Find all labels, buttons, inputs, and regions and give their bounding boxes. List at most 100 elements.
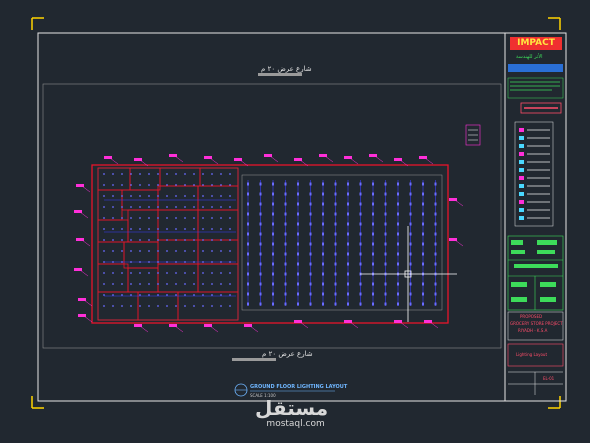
light-fixture bbox=[347, 302, 349, 306]
light-fixture bbox=[397, 212, 399, 216]
light-fixture bbox=[272, 202, 274, 206]
light-fixture bbox=[121, 261, 123, 263]
light-fixture bbox=[422, 252, 424, 256]
light-fixture bbox=[148, 228, 150, 230]
light-fixture bbox=[372, 262, 374, 266]
light-fixture bbox=[148, 250, 150, 252]
light-fixture bbox=[229, 184, 231, 186]
light-fixture bbox=[372, 182, 374, 186]
light-fixture bbox=[359, 292, 362, 296]
light-fixture bbox=[148, 283, 150, 285]
light-fixture bbox=[166, 173, 168, 175]
cad-crosshair-cursor[interactable] bbox=[360, 226, 457, 322]
light-fixture bbox=[166, 217, 168, 219]
light-fixture bbox=[309, 282, 312, 286]
light-fixture bbox=[157, 283, 159, 285]
light-fixture bbox=[322, 192, 324, 196]
light-fixture bbox=[297, 202, 299, 206]
light-fixture bbox=[211, 305, 213, 307]
light-fixture bbox=[384, 242, 387, 246]
light-fixture bbox=[130, 305, 132, 307]
light-fixture bbox=[434, 192, 437, 196]
light-fixture bbox=[103, 239, 105, 241]
light-fixture bbox=[309, 302, 312, 306]
legend-symbol bbox=[519, 216, 524, 220]
light-fixture bbox=[247, 272, 249, 276]
circuit-tag bbox=[369, 154, 377, 157]
light-fixture bbox=[434, 242, 437, 246]
light-fixture bbox=[184, 195, 186, 197]
circuit-tag bbox=[74, 210, 82, 213]
light-fixture bbox=[103, 173, 105, 175]
light-fixture bbox=[322, 302, 324, 306]
light-fixture bbox=[259, 192, 262, 196]
light-fixture bbox=[103, 228, 105, 230]
light-fixture bbox=[247, 192, 249, 196]
light-fixture bbox=[112, 272, 114, 274]
light-fixture bbox=[422, 222, 424, 226]
light-fixture bbox=[322, 292, 324, 296]
light-fixture bbox=[434, 232, 437, 236]
light-fixture bbox=[347, 292, 349, 296]
light-fixture bbox=[409, 262, 412, 266]
light-fixture bbox=[211, 239, 213, 241]
light-fixture bbox=[139, 228, 141, 230]
light-fixture bbox=[175, 305, 177, 307]
light-fixture bbox=[297, 182, 299, 186]
light-fixture bbox=[284, 272, 287, 276]
light-fixture bbox=[297, 282, 299, 286]
light-fixture bbox=[297, 272, 299, 276]
light-fixture bbox=[272, 212, 274, 216]
light-fixture bbox=[175, 272, 177, 274]
light-fixture bbox=[309, 292, 312, 296]
light-fixture bbox=[166, 261, 168, 263]
light-fixture bbox=[384, 202, 387, 206]
light-fixture bbox=[157, 250, 159, 252]
light-fixture bbox=[202, 173, 204, 175]
light-fixture bbox=[247, 212, 249, 216]
light-fixture bbox=[220, 228, 222, 230]
light-fixture bbox=[121, 195, 123, 197]
light-fixture bbox=[220, 250, 222, 252]
light-fixture bbox=[103, 250, 105, 252]
light-fixture bbox=[347, 192, 349, 196]
light-fixture bbox=[334, 252, 337, 256]
light-fixture bbox=[384, 222, 387, 226]
light-fixture bbox=[397, 292, 399, 296]
light-fixture bbox=[322, 252, 324, 256]
light-fixture bbox=[347, 182, 349, 186]
light-fixture bbox=[229, 239, 231, 241]
light-fixture bbox=[112, 250, 114, 252]
light-fixture bbox=[347, 222, 349, 226]
light-fixture bbox=[157, 294, 159, 296]
circuit-tag bbox=[204, 156, 212, 159]
circuit-tag bbox=[394, 158, 402, 161]
light-fixture bbox=[359, 252, 362, 256]
light-fixture bbox=[157, 239, 159, 241]
legend-symbol bbox=[519, 160, 524, 164]
light-fixture bbox=[166, 294, 168, 296]
light-fixture bbox=[202, 305, 204, 307]
light-fixture bbox=[384, 252, 387, 256]
room-wall bbox=[157, 209, 199, 241]
light-fixture bbox=[334, 292, 337, 296]
light-fixture bbox=[297, 242, 299, 246]
light-fixture bbox=[434, 182, 437, 186]
light-fixture bbox=[166, 195, 168, 197]
light-fixture bbox=[103, 206, 105, 208]
light-fixture bbox=[193, 173, 195, 175]
light-fixture bbox=[211, 184, 213, 186]
light-fixture bbox=[229, 272, 231, 274]
light-fixture bbox=[193, 206, 195, 208]
light-fixture bbox=[148, 217, 150, 219]
light-fixture bbox=[247, 182, 249, 186]
light-fixture bbox=[220, 217, 222, 219]
light-fixture bbox=[229, 250, 231, 252]
room-wall bbox=[157, 185, 199, 211]
light-fixture bbox=[247, 282, 249, 286]
light-fixture bbox=[103, 261, 105, 263]
light-fixture bbox=[184, 217, 186, 219]
light-fixture bbox=[297, 252, 299, 256]
light-fixture bbox=[220, 239, 222, 241]
light-fixture bbox=[322, 232, 324, 236]
